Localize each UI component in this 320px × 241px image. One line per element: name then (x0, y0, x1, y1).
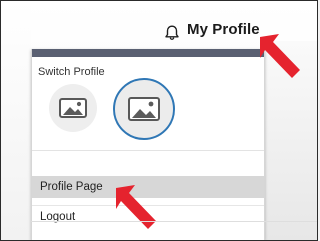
page-divider-line (31, 221, 317, 222)
profile-avatar-option-2-selected[interactable] (113, 78, 175, 140)
image-placeholder-icon (59, 98, 87, 118)
pointer-arrow-icon (116, 185, 156, 229)
pointer-arrow-icon (260, 34, 300, 78)
menu-top-bar (32, 49, 264, 57)
menu-divider (32, 150, 264, 151)
image-placeholder-icon (128, 97, 160, 121)
page-background-left (1, 1, 31, 240)
app-frame: My Profile Switch Profile Profile Page L… (0, 0, 318, 241)
bell-icon[interactable] (164, 24, 180, 42)
switch-profile-label: Switch Profile (38, 66, 105, 78)
my-profile-link[interactable]: My Profile (187, 21, 260, 38)
profile-avatar-option-1[interactable] (49, 84, 97, 132)
